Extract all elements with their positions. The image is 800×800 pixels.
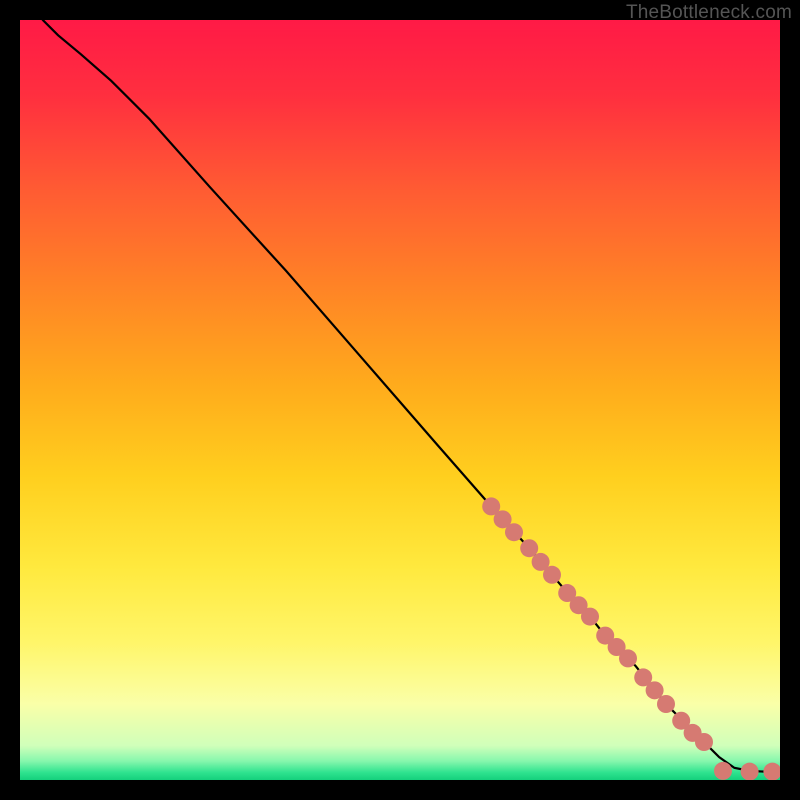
marker-point bbox=[714, 762, 732, 780]
marker-point bbox=[581, 608, 599, 626]
plot-background bbox=[20, 20, 780, 780]
marker-point bbox=[741, 763, 759, 780]
bottleneck-chart bbox=[20, 20, 780, 780]
marker-point bbox=[505, 523, 523, 541]
marker-point bbox=[619, 649, 637, 667]
marker-point bbox=[543, 566, 561, 584]
marker-point bbox=[657, 695, 675, 713]
chart-stage: TheBottleneck.com bbox=[0, 0, 800, 800]
marker-point bbox=[695, 733, 713, 751]
